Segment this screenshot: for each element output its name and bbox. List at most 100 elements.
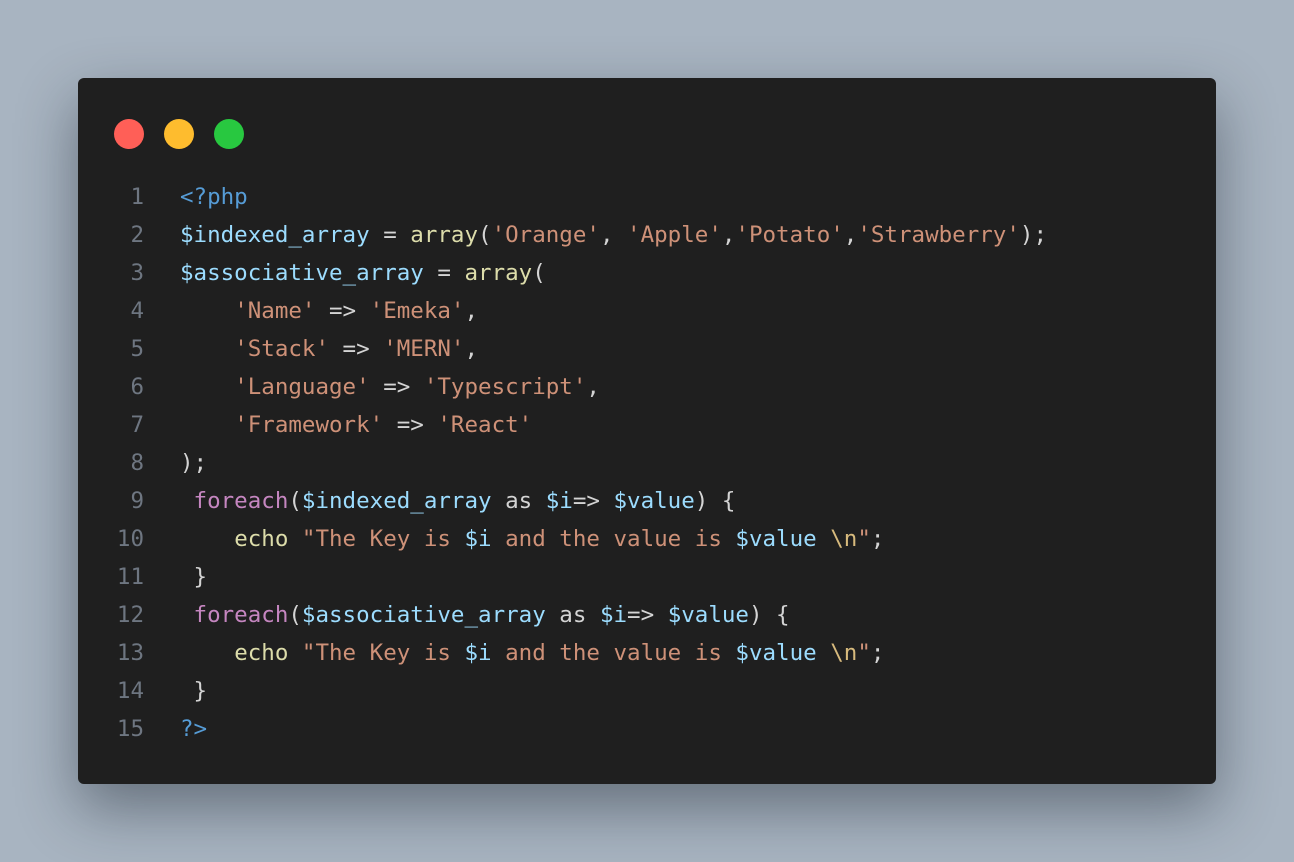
code-token-punct: ( <box>288 602 302 628</box>
line-source: 'Language' => 'Typescript', <box>180 368 600 406</box>
code-token-punct: = <box>423 260 465 286</box>
line-source: ?> <box>180 710 207 748</box>
code-line: 1 <?php <box>78 178 1216 216</box>
line-number: 12 <box>116 602 144 628</box>
code-token-variable: $associative_array <box>180 260 424 286</box>
line-number: 9 <box>130 488 144 514</box>
code-token-escape: \n <box>830 640 858 666</box>
code-token-string: 'Apple' <box>627 222 722 248</box>
code-token-string: 'Orange' <box>491 222 600 248</box>
code-token-variable: $value <box>613 488 695 514</box>
code-token-punct: , <box>721 222 736 248</box>
code-token-string: 'Name' <box>234 298 316 324</box>
line-source: $indexed_array = array('Orange', 'Apple'… <box>180 216 1047 254</box>
code-token-punct: ( <box>478 222 492 248</box>
code-token-variable: $i <box>464 526 492 552</box>
code-token-variable: $associative_array <box>301 602 546 628</box>
code-line: 7 'Framework' => 'React' <box>78 406 1216 444</box>
line-number: 13 <box>116 640 144 666</box>
line-number: 1 <box>130 184 144 210</box>
code-token-string: and the value is <box>491 640 736 666</box>
code-token-string: 'Typescript' <box>423 374 587 400</box>
line-source: 'Framework' => 'React' <box>180 406 532 444</box>
maximize-dot[interactable] <box>214 119 244 149</box>
code-token-punct: , <box>843 222 858 248</box>
line-number: 5 <box>130 336 144 362</box>
code-token-punct: as <box>545 602 600 628</box>
code-token-keyword: <?php <box>180 184 248 210</box>
code-token-control: foreach <box>193 602 289 628</box>
line-number: 2 <box>130 222 144 248</box>
code-token-punct: => <box>383 412 438 438</box>
code-token-punct: => <box>572 488 614 514</box>
code-token-punct: = <box>369 222 411 248</box>
line-number: 8 <box>130 450 144 476</box>
code-token-punct: ) { <box>694 488 736 514</box>
code-token-punct: ( <box>288 488 302 514</box>
code-token-variable: $indexed_array <box>180 222 370 248</box>
code-token-punct: ; <box>870 526 885 552</box>
code-token-variable: $value <box>667 602 749 628</box>
line-source: foreach($associative_array as $i=> $valu… <box>180 596 790 634</box>
code-token-punct: ) { <box>748 602 790 628</box>
code-token-variable: $indexed_array <box>301 488 492 514</box>
line-source: ); <box>180 444 207 482</box>
line-source: } <box>180 558 208 596</box>
code-token-string: and the value is <box>491 526 736 552</box>
code-token-string: " <box>857 526 871 552</box>
code-token-string: 'Language' <box>234 374 370 400</box>
code-token-variable: $i <box>464 640 492 666</box>
code-token-string: 'React' <box>437 412 533 438</box>
code-token-variable: $i <box>599 602 628 628</box>
code-token-function: echo <box>234 640 289 666</box>
close-dot[interactable] <box>114 119 144 149</box>
minimize-dot[interactable] <box>164 119 194 149</box>
code-token-string: 'Framework' <box>234 412 384 438</box>
line-number: 14 <box>116 678 144 704</box>
code-line: 6 'Language' => 'Typescript', <box>78 368 1216 406</box>
line-number: 6 <box>130 374 144 400</box>
line-number: 7 <box>130 412 144 438</box>
code-token-punct: as <box>491 488 546 514</box>
code-token-string: "The Key is <box>301 640 465 666</box>
line-source: echo "The Key is $i and the value is $va… <box>180 520 884 558</box>
code-token-control: foreach <box>193 488 289 514</box>
code-token-string: 'Potato' <box>735 222 844 248</box>
code-line: 15 ?> <box>78 710 1216 748</box>
line-source: foreach($indexed_array as $i=> $value) { <box>180 482 736 520</box>
code-line: 3 $associative_array = array( <box>78 254 1216 292</box>
code-token-function: echo <box>234 526 289 552</box>
line-source: 'Name' => 'Emeka', <box>180 292 478 330</box>
line-number: 10 <box>116 526 144 552</box>
code-token-punct: => <box>329 336 384 362</box>
code-token-string <box>817 526 831 552</box>
code-line: 9 foreach($indexed_array as $i=> $value)… <box>78 482 1216 520</box>
line-number: 15 <box>116 716 144 742</box>
code-window: 1 <?php 2 $indexed_array = array('Orange', … <box>78 78 1216 784</box>
code-token-variable: $i <box>545 488 573 514</box>
code-token-punct: => <box>369 374 424 400</box>
code-token-variable: $value <box>735 640 817 666</box>
line-source: echo "The Key is $i and the value is $va… <box>180 634 884 672</box>
code-line: 14 } <box>78 672 1216 710</box>
code-token-string: 'Stack' <box>234 336 330 362</box>
code-token-string: " <box>857 640 871 666</box>
code-token-punct: , <box>599 222 628 248</box>
code-token-string: 'Emeka' <box>369 298 465 324</box>
code-line: 11 } <box>78 558 1216 596</box>
code-token-punct: , <box>464 336 479 362</box>
code-token-punct: => <box>627 602 668 628</box>
code-line: 4 'Name' => 'Emeka', <box>78 292 1216 330</box>
code-line: 12 foreach($associative_array as $i=> $v… <box>78 596 1216 634</box>
line-source: } <box>180 672 208 710</box>
line-number: 11 <box>116 564 144 590</box>
code-token-string: "The Key is <box>301 526 465 552</box>
